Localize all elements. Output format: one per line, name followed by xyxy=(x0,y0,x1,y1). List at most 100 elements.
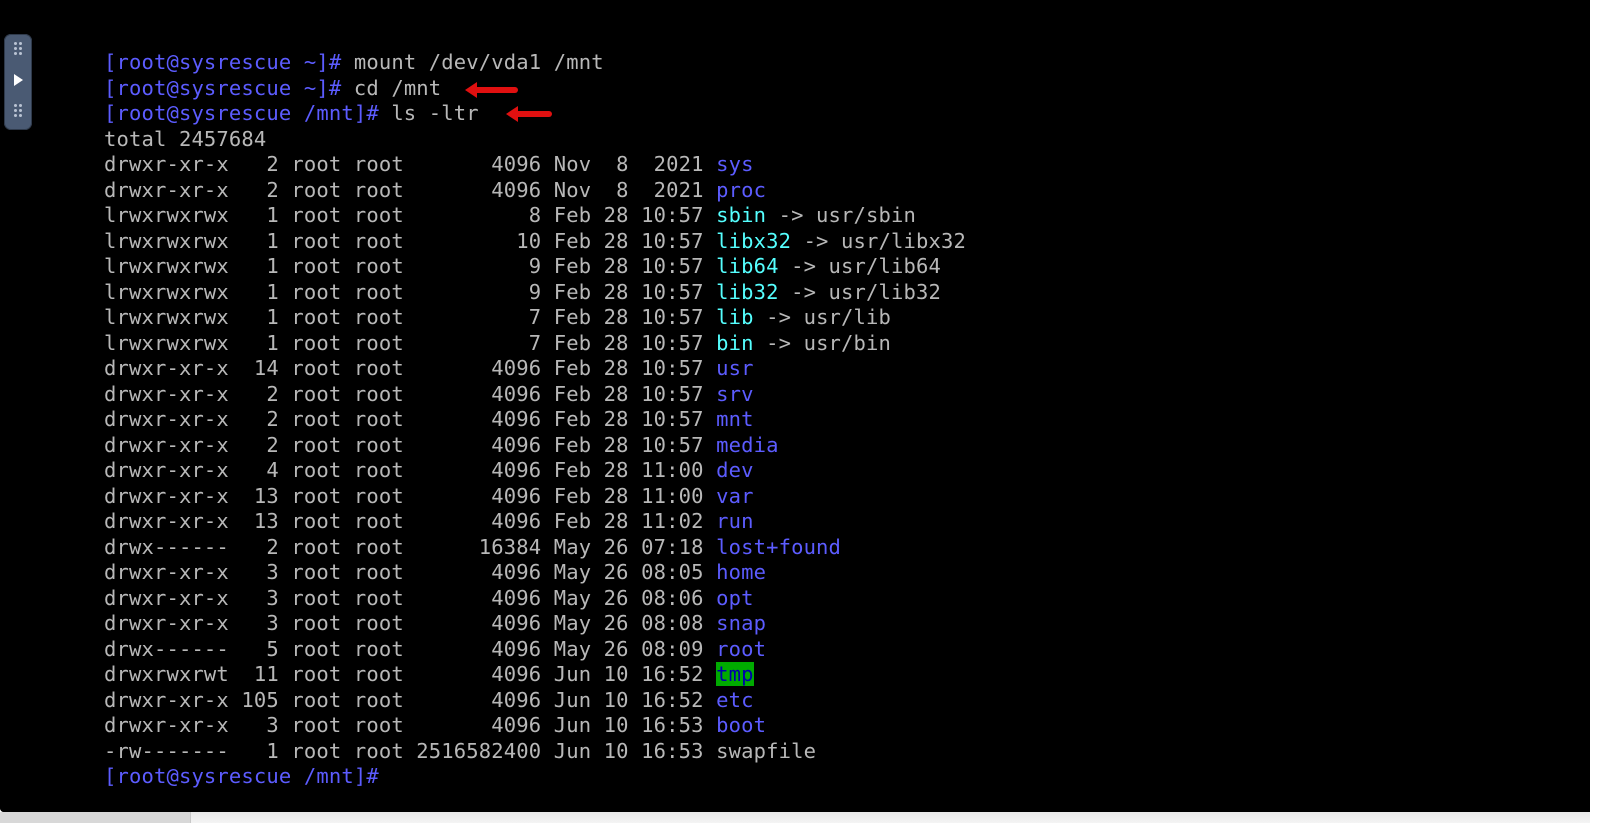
directory-listing-row: drwxr-xr-x 2 root root 4096 Nov 8 2021 s… xyxy=(104,152,966,178)
entry-metadata: drwxr-xr-x 3 root root 4096 May 26 08:05 xyxy=(104,560,717,584)
shell-prompt: [root@sysrescue ~]# xyxy=(104,75,342,100)
directory-listing-row: lrwxrwxrwx 1 root root 9 Feb 28 10:57 li… xyxy=(104,254,966,280)
directory-listing-row: -rw------- 1 root root 2516582400 Jun 10… xyxy=(104,739,966,765)
entry-name: proc xyxy=(716,177,767,202)
entry-metadata: drwxr-xr-x 13 root root 4096 Feb 28 11:0… xyxy=(104,509,717,533)
entry-name: tmp xyxy=(716,662,754,686)
symlink-target: -> usr/bin xyxy=(753,330,892,355)
entry-name: opt xyxy=(716,585,754,610)
entry-metadata: lrwxrwxrwx 1 root root 7 Feb 28 10:57 xyxy=(104,330,717,355)
directory-listing-row: drwx------ 2 root root 16384 May 26 07:1… xyxy=(104,535,966,561)
console-side-panel-handle[interactable] xyxy=(4,34,32,130)
entry-metadata: drwxr-xr-x 2 root root 4096 Feb 28 10:57 xyxy=(104,432,717,457)
entry-name: boot xyxy=(716,713,767,737)
grip-dots-icon xyxy=(14,42,22,58)
entry-name: dev xyxy=(716,458,754,482)
entry-name: root xyxy=(716,636,767,661)
shell-prompt: [root@sysrescue /mnt]# xyxy=(104,764,379,788)
entry-metadata: lrwxrwxrwx 1 root root 9 Feb 28 10:57 xyxy=(104,254,717,278)
entry-metadata: drwxrwxrwt 11 root root 4096 Jun 10 16:5… xyxy=(104,662,717,686)
entry-name: srv xyxy=(716,381,754,406)
vnc-console[interactable]: [root@sysrescue ~]# mount /dev/vda1 /mnt… xyxy=(0,0,1600,812)
directory-listing-row: drwxr-xr-x 2 root root 4096 Feb 28 10:57… xyxy=(104,433,966,459)
entry-name: bin xyxy=(716,330,754,355)
entry-metadata: drwxr-xr-x 14 root root 4096 Feb 28 10:5… xyxy=(104,356,717,380)
entry-name: lib64 xyxy=(716,254,779,278)
command-text: ls -ltr xyxy=(378,101,479,125)
directory-listing-row: lrwxrwxrwx 1 root root 7 Feb 28 10:57 li… xyxy=(104,305,966,331)
directory-listing-row: lrwxrwxrwx 1 root root 10 Feb 28 10:57 l… xyxy=(104,229,966,255)
command-line: [root@sysrescue ~]# cd /mnt xyxy=(104,76,966,102)
entry-name: etc xyxy=(716,687,754,712)
entry-metadata: drwxr-xr-x 105 root root 4096 Jun 10 16:… xyxy=(104,687,717,712)
entry-metadata: drwxr-xr-x 13 root root 4096 Feb 28 11:0… xyxy=(104,483,717,508)
entry-metadata: lrwxrwxrwx 1 root root 8 Feb 28 10:57 xyxy=(104,203,717,227)
directory-listing-row: drwxr-xr-x 3 root root 4096 May 26 08:05… xyxy=(104,560,966,586)
symlink-target: -> usr/sbin xyxy=(766,203,916,227)
symlink-target: -> usr/lib64 xyxy=(778,254,941,278)
directory-listing-row: drwxr-xr-x 3 root root 4096 May 26 08:06… xyxy=(104,586,966,612)
command-line: [root@sysrescue /mnt]# xyxy=(104,764,966,790)
bottom-strip-segment xyxy=(0,812,191,823)
entry-name: usr xyxy=(716,356,754,380)
directory-listing-row: drwxr-xr-x 2 root root 4096 Nov 8 2021 p… xyxy=(104,178,966,204)
command-line: [root@sysrescue ~]# mount /dev/vda1 /mnt xyxy=(104,50,966,76)
entry-metadata: drwxr-xr-x 3 root root 4096 May 26 08:08 xyxy=(104,611,717,635)
entry-metadata: lrwxrwxrwx 1 root root 10 Feb 28 10:57 xyxy=(104,228,717,253)
entry-metadata: lrwxrwxrwx 1 root root 7 Feb 28 10:57 xyxy=(104,305,717,329)
directory-listing-row: lrwxrwxrwx 1 root root 7 Feb 28 10:57 bi… xyxy=(104,331,966,357)
directory-listing-row: drwxr-xr-x 2 root root 4096 Feb 28 10:57… xyxy=(104,382,966,408)
entry-name: libx32 xyxy=(716,228,792,253)
terminal-output[interactable]: [root@sysrescue ~]# mount /dev/vda1 /mnt… xyxy=(104,50,966,790)
entry-name: swapfile xyxy=(716,738,817,763)
directory-listing-row: drwxr-xr-x 2 root root 4096 Feb 28 10:57… xyxy=(104,407,966,433)
entry-name: run xyxy=(716,509,754,533)
entry-metadata: drwxr-xr-x 3 root root 4096 May 26 08:06 xyxy=(104,585,717,610)
entry-name: lib xyxy=(716,305,754,329)
directory-listing-row: drwxr-xr-x 13 root root 4096 Feb 28 11:0… xyxy=(104,484,966,510)
symlink-target: -> usr/lib xyxy=(753,305,892,329)
entry-name: sys xyxy=(716,152,754,176)
directory-listing-row: drwxr-xr-x 3 root root 4096 Jun 10 16:53… xyxy=(104,713,966,739)
right-page-edge xyxy=(1590,0,1600,823)
entry-metadata: drwxr-xr-x 2 root root 4096 Feb 28 10:57 xyxy=(104,381,717,406)
output-line: total 2457684 xyxy=(104,127,966,153)
directory-listing-row: lrwxrwxrwx 1 root root 8 Feb 28 10:57 sb… xyxy=(104,203,966,229)
directory-listing-row: drwxr-xr-x 14 root root 4096 Feb 28 10:5… xyxy=(104,356,966,382)
entry-metadata: drwxr-xr-x 2 root root 4096 Nov 8 2021 xyxy=(104,152,717,176)
directory-listing-row: lrwxrwxrwx 1 root root 9 Feb 28 10:57 li… xyxy=(104,280,966,306)
entry-metadata: drwx------ 5 root root 4096 May 26 08:09 xyxy=(104,636,717,661)
entry-name: media xyxy=(716,432,779,457)
entry-name: lib32 xyxy=(716,279,779,304)
bottom-status-strip xyxy=(0,812,1600,823)
grip-dots-icon xyxy=(14,104,22,120)
entry-metadata: drwxr-xr-x 3 root root 4096 Jun 10 16:53 xyxy=(104,713,717,737)
symlink-target: -> usr/libx32 xyxy=(791,228,966,253)
entry-name: snap xyxy=(716,611,767,635)
entry-metadata: drwx------ 2 root root 16384 May 26 07:1… xyxy=(104,534,717,559)
directory-listing-row: drwx------ 5 root root 4096 May 26 08:09… xyxy=(104,637,966,663)
entry-name: home xyxy=(716,560,767,584)
shell-prompt: [root@sysrescue /mnt]# xyxy=(104,101,379,125)
symlink-target: -> usr/lib32 xyxy=(778,279,941,304)
command-text: mount /dev/vda1 /mnt xyxy=(341,50,604,74)
annotation-arrow-cd xyxy=(465,82,518,98)
entry-metadata: lrwxrwxrwx 1 root root 9 Feb 28 10:57 xyxy=(104,279,717,304)
entry-metadata: drwxr-xr-x 2 root root 4096 Nov 8 2021 xyxy=(104,177,717,202)
directory-listing-row: drwxrwxrwt 11 root root 4096 Jun 10 16:5… xyxy=(104,662,966,688)
play-icon xyxy=(14,74,23,86)
directory-listing-row: drwxr-xr-x 105 root root 4096 Jun 10 16:… xyxy=(104,688,966,714)
entry-metadata: drwxr-xr-x 2 root root 4096 Feb 28 10:57 xyxy=(104,407,717,431)
command-text: cd /mnt xyxy=(341,75,442,100)
output-text: total 2457684 xyxy=(104,126,267,151)
entry-metadata: drwxr-xr-x 4 root root 4096 Feb 28 11:00 xyxy=(104,458,717,482)
entry-name: mnt xyxy=(716,407,754,431)
entry-metadata: -rw------- 1 root root 2516582400 Jun 10… xyxy=(104,738,717,763)
entry-name: lost+found xyxy=(716,534,842,559)
entry-name: var xyxy=(716,483,754,508)
directory-listing-row: drwxr-xr-x 13 root root 4096 Feb 28 11:0… xyxy=(104,509,966,535)
shell-prompt: [root@sysrescue ~]# xyxy=(104,50,342,74)
console-page: [root@sysrescue ~]# mount /dev/vda1 /mnt… xyxy=(0,0,1600,823)
directory-listing-row: drwxr-xr-x 4 root root 4096 Feb 28 11:00… xyxy=(104,458,966,484)
annotation-arrow-ls xyxy=(506,106,552,122)
